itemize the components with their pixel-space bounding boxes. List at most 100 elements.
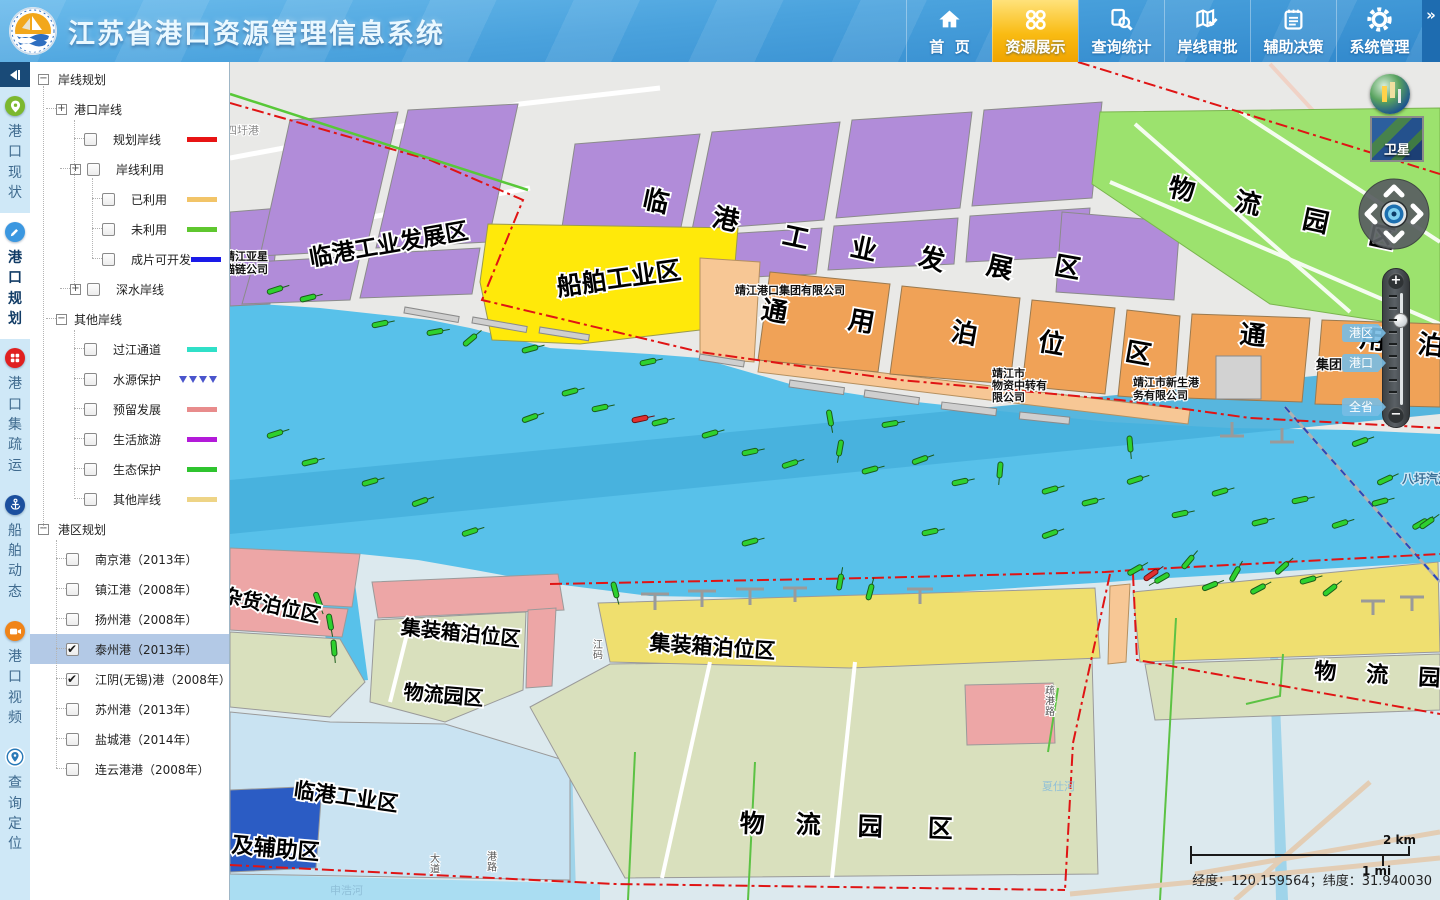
layer-checkbox[interactable] [66, 613, 79, 626]
layer-checkbox[interactable] [84, 493, 97, 506]
collapse-node-icon[interactable]: − [38, 74, 49, 85]
sidebar-item-camera[interactable]: 港口视频 [0, 612, 30, 738]
sidebar-item-grid[interactable]: 港口集疏运 [0, 339, 30, 485]
legend-swatch [187, 347, 217, 352]
nav-item-grid4[interactable]: 资源展示 [992, 0, 1078, 62]
tree-row[interactable]: 南京港（2013年） [30, 544, 229, 574]
satellite-toggle-button[interactable]: 卫星 [1370, 116, 1424, 162]
tree-node-label[interactable]: 连云港港（2008年） [95, 761, 210, 778]
tree-row[interactable]: −岸线规划 [30, 64, 229, 94]
tree-row[interactable]: +深水岸线 [30, 274, 229, 304]
tree-node-label[interactable]: 生态保护 [113, 461, 161, 478]
pan-compass-control[interactable] [1358, 178, 1430, 250]
zoom-preset-gangqu[interactable]: 港区 [1342, 324, 1378, 342]
sidebar-item-pin[interactable]: 港口现状 [0, 87, 30, 213]
layer-checkbox[interactable] [66, 733, 79, 746]
zoom-slider[interactable]: + − [1382, 268, 1410, 428]
layer-checkbox[interactable] [66, 553, 79, 566]
zoom-preset-gangkou[interactable]: 港口 [1342, 354, 1378, 372]
tree-node-label[interactable]: 泰州港（2013年） [95, 641, 198, 658]
tree-node-label[interactable]: 港口岸线 [74, 101, 122, 118]
tree-node-label[interactable]: 江阴(无锡)港（2008年） [95, 671, 230, 688]
sidebar-item-locate[interactable]: 查询定位 [0, 738, 30, 864]
layer-checkbox[interactable] [102, 223, 115, 236]
nav-item-home[interactable]: 首 页 [906, 0, 992, 62]
zoom-track[interactable] [1400, 293, 1403, 405]
tree-row[interactable]: 过江通道 [30, 334, 229, 364]
tree-row[interactable]: 未利用 [30, 214, 229, 244]
tree-guide [56, 768, 66, 770]
tree-row[interactable]: 生态保护 [30, 454, 229, 484]
layer-checkbox[interactable] [66, 673, 79, 686]
sidebar-item-pencil[interactable]: 港口规划 [0, 213, 30, 339]
satellite-label: 卫星 [1384, 142, 1410, 160]
tree-node-label[interactable]: 生活旅游 [113, 431, 161, 448]
layer-checkbox[interactable] [102, 193, 115, 206]
collapse-node-icon[interactable]: − [56, 314, 67, 325]
layer-checkbox[interactable] [84, 343, 97, 356]
tree-row[interactable]: 其他岸线 [30, 484, 229, 514]
tree-node-label[interactable]: 其他岸线 [74, 311, 122, 328]
tree-node-label[interactable]: 岸线规划 [58, 71, 106, 88]
tree-node-label[interactable]: 其他岸线 [113, 491, 161, 508]
tree-row[interactable]: 江阴(无锡)港（2008年） [30, 664, 229, 694]
overview-globe-button[interactable] [1370, 74, 1410, 114]
zoom-out-button[interactable]: − [1388, 407, 1404, 423]
layer-checkbox[interactable] [87, 283, 100, 296]
tree-node-label[interactable]: 港区规划 [58, 521, 106, 538]
tree-row[interactable]: 水源保护 [30, 364, 229, 394]
nav-item-notes[interactable]: 辅助决策 [1250, 0, 1336, 62]
nav-item-gear[interactable]: 系统管理 [1336, 0, 1422, 62]
tree-row[interactable]: 连云港港（2008年） [30, 754, 229, 784]
zoom-preset-quansheng[interactable]: 全省 [1342, 398, 1378, 416]
layer-checkbox[interactable] [84, 133, 97, 146]
tree-row[interactable]: 预留发展 [30, 394, 229, 424]
layer-checkbox[interactable] [102, 253, 115, 266]
tree-node-label[interactable]: 南京港（2013年） [95, 551, 198, 568]
tree-row[interactable]: 生活旅游 [30, 424, 229, 454]
panel-collapse-button[interactable] [0, 62, 30, 87]
tree-node-label[interactable]: 未利用 [131, 221, 167, 238]
tree-row[interactable]: 成片可开发 [30, 244, 229, 274]
tree-node-label[interactable]: 苏州港（2013年） [95, 701, 198, 718]
layer-checkbox[interactable] [84, 403, 97, 416]
expand-node-icon[interactable]: + [56, 104, 67, 115]
tree-row[interactable]: +岸线利用 [30, 154, 229, 184]
tree-node-label[interactable]: 扬州港（2008年） [95, 611, 198, 628]
tree-node-label[interactable]: 成片可开发 [131, 251, 191, 268]
layer-checkbox[interactable] [66, 703, 79, 716]
tree-node-label[interactable]: 盐城港（2014年） [95, 731, 198, 748]
tree-row[interactable]: 已利用 [30, 184, 229, 214]
tree-row[interactable]: 盐城港（2014年） [30, 724, 229, 754]
nav-item-searchdoc[interactable]: 查询统计 [1078, 0, 1164, 62]
tree-node-label[interactable]: 镇江港（2008年） [95, 581, 198, 598]
sidebar-item-anchor[interactable]: 船舶动态 [0, 486, 30, 612]
tree-row[interactable]: 泰州港（2013年） [30, 634, 229, 664]
tree-row[interactable]: 扬州港（2008年） [30, 604, 229, 634]
nav-item-mapcheck[interactable]: 岸线审批 [1164, 0, 1250, 62]
tree-node-label[interactable]: 过江通道 [113, 341, 161, 358]
zoom-in-button[interactable]: + [1388, 273, 1404, 289]
layer-checkbox[interactable] [66, 583, 79, 596]
map-canvas[interactable]: 临港工业发展区船舶工业区临港工业发展区通用泊位区物流园区通用泊杂货泊位区集装箱泊… [230, 62, 1440, 900]
layer-checkbox[interactable] [66, 763, 79, 776]
tree-node-label[interactable]: 水源保护 [113, 371, 161, 388]
layer-checkbox[interactable] [84, 463, 97, 476]
tree-node-label[interactable]: 预留发展 [113, 401, 161, 418]
tree-node-label[interactable]: 岸线利用 [116, 161, 164, 178]
tree-node-label[interactable]: 深水岸线 [116, 281, 164, 298]
layer-checkbox[interactable] [84, 433, 97, 446]
map-label: 靖江市新生港 [1133, 375, 1200, 389]
tree-node-label[interactable]: 已利用 [131, 191, 167, 208]
tree-row[interactable]: −其他岸线 [30, 304, 229, 334]
header-collapse-strip[interactable]: » [1422, 0, 1440, 62]
tree-row[interactable]: −港区规划 [30, 514, 229, 544]
tree-row[interactable]: 镇江港（2008年） [30, 574, 229, 604]
tree-row[interactable]: 苏州港（2013年） [30, 694, 229, 724]
tree-row[interactable]: + 港口岸线 [30, 94, 229, 124]
layer-checkbox[interactable] [84, 373, 97, 386]
tree-node-label[interactable]: 规划岸线 [113, 131, 161, 148]
layer-checkbox[interactable] [66, 643, 79, 656]
layer-checkbox[interactable] [87, 163, 100, 176]
tree-row[interactable]: 规划岸线 [30, 124, 229, 154]
